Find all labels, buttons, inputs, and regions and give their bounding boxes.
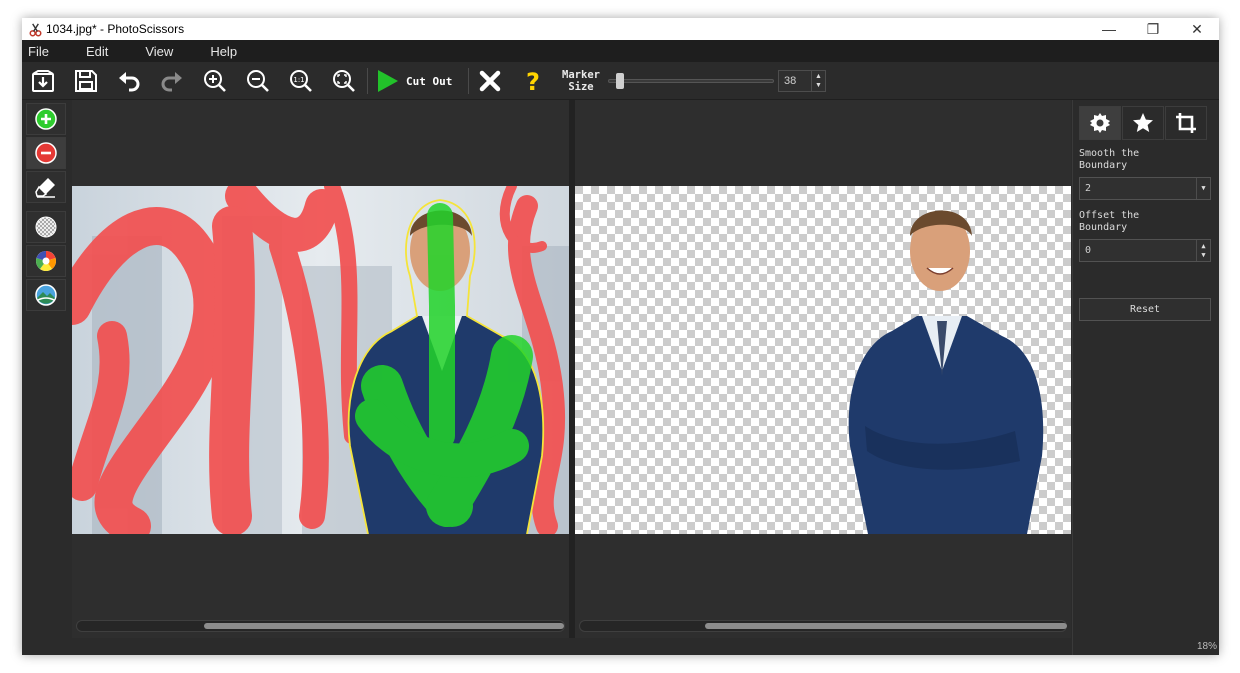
- chevron-down-icon[interactable]: ▼: [1196, 178, 1210, 199]
- transparent-background-button[interactable]: [26, 211, 66, 243]
- toolbar: 1:1 Cut Out ? Marker Size 38 ▲ ▼: [22, 62, 1219, 100]
- minimize-button[interactable]: —: [1087, 18, 1131, 40]
- svg-text:?: ?: [526, 68, 540, 94]
- scroll-thumb[interactable]: [204, 623, 564, 629]
- source-pane: [72, 100, 569, 638]
- offset-boundary-value: 0: [1085, 245, 1092, 256]
- title-bar: 1034.jpg* - PhotoScissors — ❐ ✕: [22, 18, 1219, 40]
- cut-out-button[interactable]: Cut Out: [374, 66, 464, 96]
- question-icon: ?: [526, 68, 540, 94]
- save-icon: [75, 70, 97, 92]
- source-photo: [72, 186, 569, 534]
- offset-boundary-spinbox[interactable]: 0 ▲ ▼: [1079, 239, 1211, 262]
- scroll-thumb[interactable]: [705, 623, 1067, 629]
- mark-foreground-button[interactable]: [26, 103, 66, 135]
- toolbar-separator: [468, 68, 469, 94]
- menu-help[interactable]: Help: [210, 44, 237, 59]
- toolbar-separator: [367, 68, 368, 94]
- menu-view[interactable]: View: [145, 44, 173, 59]
- window-title: 1034.jpg* - PhotoScissors: [46, 22, 185, 36]
- save-button[interactable]: [69, 66, 103, 96]
- discard-button[interactable]: [473, 66, 507, 96]
- effects-icon: [1133, 113, 1153, 132]
- tab-crop[interactable]: [1165, 106, 1207, 140]
- zoom-fit-button[interactable]: [327, 66, 361, 96]
- zoom-out-icon: [247, 70, 269, 92]
- mark-foreground-icon: [35, 108, 57, 130]
- close-button[interactable]: ✕: [1175, 18, 1219, 40]
- redo-icon: [161, 72, 182, 92]
- app-scissors-icon: [26, 20, 44, 38]
- zoom-out-button[interactable]: [241, 66, 275, 96]
- app-window: 1034.jpg* - PhotoScissors — ❐ ✕ File Edi…: [22, 18, 1219, 655]
- zoom-actual-button[interactable]: 1:1: [284, 66, 318, 96]
- transparent-background-icon: [35, 216, 57, 238]
- eraser-button[interactable]: [26, 171, 66, 203]
- eraser-icon: [35, 178, 55, 198]
- redo-button[interactable]: [155, 66, 189, 96]
- tab-settings[interactable]: [1079, 106, 1121, 140]
- menu-edit[interactable]: Edit: [86, 44, 108, 59]
- crop-icon: [1176, 113, 1196, 133]
- settings-panel: Smooth the Boundary 2 ▼ Offset the Bound…: [1072, 100, 1219, 655]
- help-button[interactable]: ?: [516, 66, 550, 96]
- result-photo: [575, 186, 1071, 534]
- image-background-button[interactable]: [26, 279, 66, 311]
- open-button[interactable]: [26, 66, 60, 96]
- spin-arrows[interactable]: ▲ ▼: [811, 71, 825, 91]
- left-toolbar: [24, 103, 68, 315]
- image-background-icon: [35, 284, 57, 306]
- smooth-boundary-label: Smooth the Boundary: [1079, 148, 1140, 171]
- tab-effects[interactable]: [1122, 106, 1164, 140]
- reset-button[interactable]: Reset: [1079, 298, 1211, 321]
- color-background-button[interactable]: [26, 245, 66, 277]
- play-icon: [378, 70, 398, 92]
- marker-size-slider[interactable]: [608, 73, 774, 89]
- zoom-level: 18%: [1196, 641, 1217, 652]
- smooth-boundary-value: 2: [1085, 183, 1092, 194]
- mark-background-button[interactable]: [26, 137, 66, 169]
- color-background-icon: [36, 251, 56, 271]
- zoom-actual-label: 1:1: [293, 76, 304, 84]
- marker-size-spinbox[interactable]: 38 ▲ ▼: [778, 70, 826, 92]
- undo-button[interactable]: [112, 66, 146, 96]
- cut-out-label: Cut Out: [406, 74, 453, 88]
- zoom-in-icon: [204, 70, 226, 92]
- marker-size-value: 38: [784, 75, 797, 87]
- spin-arrows[interactable]: ▲ ▼: [1196, 240, 1210, 261]
- zoom-in-button[interactable]: [198, 66, 232, 96]
- zoom-fit-icon: [333, 70, 355, 92]
- mark-background-icon: [35, 142, 57, 164]
- source-canvas[interactable]: [72, 186, 569, 534]
- source-hscrollbar[interactable]: [76, 620, 565, 632]
- restore-button[interactable]: ❐: [1131, 18, 1175, 40]
- x-icon: [479, 70, 501, 92]
- open-icon: [32, 70, 54, 92]
- undo-icon: [119, 72, 140, 92]
- result-pane: [575, 100, 1071, 638]
- slider-track: [608, 79, 774, 83]
- result-hscrollbar[interactable]: [579, 620, 1067, 632]
- menu-bar: File Edit View Help: [22, 40, 1219, 62]
- marker-size-label: Marker Size: [562, 69, 600, 93]
- slider-thumb[interactable]: [615, 73, 624, 89]
- smooth-boundary-select[interactable]: 2 ▼: [1079, 177, 1211, 200]
- result-canvas[interactable]: [575, 186, 1071, 534]
- offset-boundary-label: Offset the Boundary: [1079, 210, 1140, 233]
- zoom-actual-icon: 1:1: [290, 70, 312, 92]
- menu-file[interactable]: File: [28, 44, 49, 59]
- settings-icon: [1090, 113, 1110, 133]
